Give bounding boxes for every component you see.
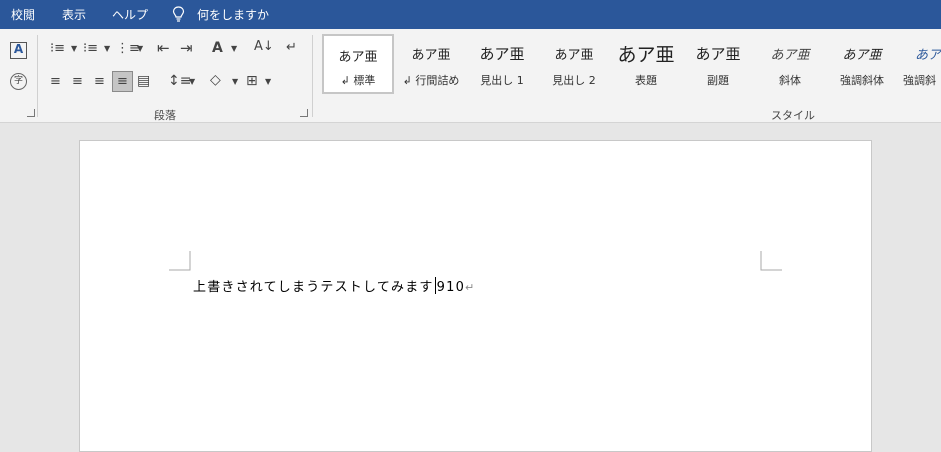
borders-icon[interactable]: ⊞ [246,74,258,88]
styles-group-label: スタイル [771,109,815,122]
style-preview: あア亜 [617,44,675,66]
style-label: 表題 [635,74,657,87]
style-preview: あア亜 [554,48,594,63]
style-preview: あア亜 [695,45,741,63]
tell-me-search[interactable]: 何をしますか [197,6,269,23]
style-label: 強調斜体 [840,74,884,87]
paragraph-dialog-launcher-icon[interactable] [300,109,308,117]
align-center-icon[interactable]: ≡ [72,75,83,88]
style-title[interactable]: あア亜 表題 [611,34,681,94]
align-right-icon[interactable]: ≡ [94,75,105,88]
document-page[interactable]: 上書きされてしまうテストしてみます 910↵ [79,140,872,452]
style-label: ↲ 行間詰め [402,74,460,87]
style-label: 見出し 2 [552,74,596,87]
font-dialog-launcher-icon[interactable] [27,109,35,117]
style-heading-1[interactable]: あア亜 見出し 1 [467,34,537,94]
menu-tab-view[interactable]: 表示 [62,6,86,23]
styles-gallery: あア亜 ↲ 標準 あア亜 ↲ 行間詰め あア亜 見出し 1 あア亜 見出し 2 … [320,34,941,96]
show-formatting-icon[interactable]: ↵ [286,41,297,54]
text-caret [434,277,436,294]
menu-tab-review[interactable]: 校閲 [11,6,35,23]
style-emphasis[interactable]: あア亜 強調斜体 [827,34,897,94]
text-before-caret: 上書きされてしまうテストしてみます [193,280,434,295]
menu-bar: 校閲 表示 ヘルプ 何をしますか [0,0,941,29]
style-label-text: 標準 [353,74,376,87]
sort-icon[interactable]: A↓ [254,40,274,53]
line-spacing-icon[interactable]: ↕≡ [168,74,191,88]
style-preview: あア亜 [842,48,882,63]
style-normal[interactable]: あア亜 ↲ 標準 [322,34,394,94]
chevron-down-icon[interactable]: ▼ [265,78,271,86]
margin-corner-mark [760,251,782,271]
style-label-text: 行間詰め [415,74,460,87]
shading-icon[interactable]: ◇ [210,73,221,87]
increase-indent-icon[interactable]: ⇥ [180,41,193,56]
margin-corner-mark [169,251,191,271]
decrease-indent-icon[interactable]: ⇤ [157,41,170,56]
style-label: 斜体 [779,74,801,87]
chevron-down-icon[interactable]: ▼ [71,45,77,53]
align-left-icon[interactable]: ≡ [50,75,61,88]
style-label: 強調斜 [903,74,936,87]
menu-tab-help[interactable]: ヘルプ [112,6,148,23]
group-separator [37,35,38,117]
chevron-down-icon[interactable]: ▼ [104,45,110,53]
group-separator [312,35,313,117]
lightbulb-icon[interactable] [172,6,185,22]
style-subtitle[interactable]: あア亜 副題 [683,34,753,94]
style-subtle-emphasis[interactable]: あア亜 斜体 [755,34,825,94]
style-no-spacing[interactable]: あア亜 ↲ 行間詰め [396,34,466,94]
enclosed-character-icon[interactable]: 字 [10,73,27,90]
style-label: ↲ 標準 [340,74,376,87]
text-direction-icon[interactable]: A [212,41,223,55]
style-label: 副題 [707,74,729,87]
paragraph-group-label: 段落 [154,109,176,122]
style-label: 見出し 1 [480,74,524,87]
chevron-down-icon[interactable]: ▼ [231,45,237,53]
style-intense-emphasis[interactable]: あア 強調斜 [899,34,941,94]
style-preview: あア亜 [479,45,525,63]
text-frame-icon[interactable]: A [10,42,27,59]
numbering-icon[interactable]: ⁝≡ [83,42,98,55]
style-preview: あア亜 [411,48,451,63]
justify-icon[interactable]: ≡ [112,71,133,92]
chevron-down-icon[interactable]: ▼ [137,45,143,53]
distributed-icon[interactable]: ▤ [137,74,150,88]
style-heading-2[interactable]: あア亜 見出し 2 [539,34,609,94]
bullets-icon[interactable]: ⁝≡ [50,42,65,55]
style-preview: あア [915,48,941,63]
text-after-caret: 910 [436,280,466,295]
chevron-down-icon[interactable]: ▼ [232,78,238,86]
style-preview: あア亜 [770,48,810,63]
document-paragraph[interactable]: 上書きされてしまうテストしてみます 910↵ [193,276,475,295]
chevron-down-icon[interactable]: ▼ [189,78,195,86]
paragraph-mark: ↵ [465,281,476,294]
style-preview: あア亜 [338,50,378,65]
